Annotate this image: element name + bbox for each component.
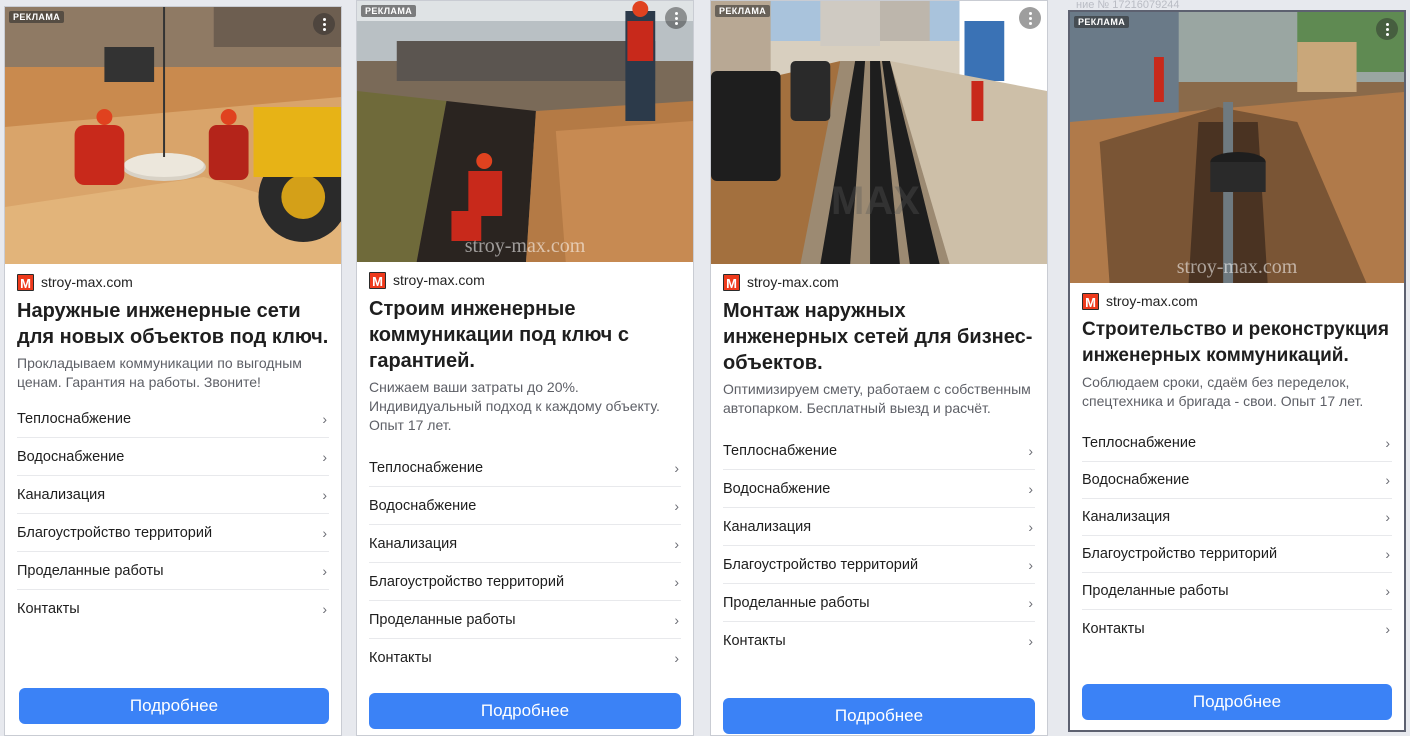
chevron-right-icon: › [1028, 556, 1033, 573]
ad-card-3[interactable]: РЕКЛАМА MAX M stroy-max.com Монтаж наруж… [710, 0, 1048, 736]
sitelink-sewage[interactable]: Канализация › [369, 525, 681, 563]
sitelink-landscaping[interactable]: Благоустройство территорий › [723, 546, 1035, 584]
domain-text: stroy-max.com [747, 274, 839, 290]
ad-card-2[interactable]: РЕКЛАМА stroy-max.com M stroy-max.com Ст… [356, 0, 694, 736]
favicon-icon: M [17, 273, 34, 291]
ad-title[interactable]: Монтаж наружных инженерных сетей для биз… [723, 298, 1035, 376]
chevron-right-icon: › [674, 650, 679, 666]
sitelink-contacts[interactable]: Контакты › [723, 622, 1035, 660]
more-info-button[interactable]: Подробнее [19, 688, 329, 724]
chevron-right-icon: › [1028, 594, 1033, 611]
ad-label: РЕКЛАМА [361, 5, 417, 17]
domain-row[interactable]: M stroy-max.com [17, 272, 329, 292]
sitelink-heating[interactable]: Теплоснабжение › [1082, 425, 1392, 462]
chevron-right-icon: › [322, 562, 327, 579]
sitelink-portfolio[interactable]: Проделанные работы › [1082, 573, 1392, 610]
chevron-right-icon: › [1028, 633, 1033, 649]
chevron-right-icon: › [674, 535, 679, 552]
sitelink-water[interactable]: Водоснабжение › [723, 470, 1035, 508]
chevron-right-icon: › [1028, 518, 1033, 535]
construction-photo-reconstruction [1070, 12, 1404, 283]
sitelinks: Теплоснабжение › Водоснабжение › Канализац… [17, 400, 329, 628]
sitelink-portfolio[interactable]: Проделанные работы › [17, 552, 329, 590]
sitelink-contacts[interactable]: Контакты › [1082, 610, 1392, 647]
chevron-right-icon: › [322, 524, 327, 541]
sitelink-contacts[interactable]: Контакты › [369, 639, 681, 677]
ad-label: РЕКЛАМА [9, 11, 65, 23]
favicon-icon: M [723, 273, 740, 291]
sitelink-portfolio[interactable]: Проделанные работы › [723, 584, 1035, 622]
favicon-icon: M [1082, 292, 1099, 310]
chevron-right-icon: › [322, 601, 327, 617]
ad-description: Соблюдаем сроки, сдаём без переделок, сп… [1082, 374, 1364, 409]
more-options-icon[interactable] [665, 7, 687, 29]
construction-photo-trench [357, 1, 693, 262]
sitelink-sewage[interactable]: Канализация › [1082, 499, 1392, 536]
ad-title[interactable]: Строительство и реконструкция инженерных… [1082, 317, 1392, 369]
chevron-right-icon: › [1385, 472, 1390, 488]
sitelink-landscaping[interactable]: Благоустройство территорий › [1082, 536, 1392, 573]
ad-title[interactable]: Наружные инженерные сети для новых объек… [17, 298, 329, 350]
chevron-right-icon: › [1028, 442, 1033, 459]
more-info-button[interactable]: Подробнее [369, 693, 681, 729]
sitelink-sewage[interactable]: Канализация › [723, 508, 1035, 546]
sitelink-contacts[interactable]: Контакты › [17, 590, 329, 628]
more-options-icon[interactable] [313, 13, 335, 35]
chevron-right-icon: › [1028, 480, 1033, 497]
chevron-right-icon: › [674, 459, 679, 476]
sitelink-sewage[interactable]: Канализация › [17, 476, 329, 514]
ad-label: РЕКЛАМА [715, 5, 771, 17]
domain-text: stroy-max.com [393, 272, 485, 288]
domain-row[interactable]: M stroy-max.com [723, 272, 1035, 292]
sitelink-landscaping[interactable]: Благоустройство территорий › [369, 563, 681, 601]
chevron-right-icon: › [1385, 583, 1390, 599]
domain-text: stroy-max.com [1106, 293, 1198, 309]
more-info-button[interactable]: Подробнее [1082, 684, 1392, 720]
sitelinks: Теплоснабжение › Водоснабжение › Канализац… [723, 432, 1035, 660]
chevron-right-icon: › [1385, 435, 1390, 451]
sitelinks: Теплоснабжение › Водоснабжение › Канализац… [1082, 425, 1392, 647]
construction-photo-pipes [711, 1, 1047, 264]
sitelink-portfolio[interactable]: Проделанные работы › [369, 601, 681, 639]
ad-description: Прокладываем коммуникации по выгодным це… [17, 355, 302, 390]
chevron-right-icon: › [674, 573, 679, 590]
chevron-right-icon: › [322, 486, 327, 503]
ad-image-2[interactable]: РЕКЛАМА stroy-max.com [357, 1, 693, 262]
sitelink-heating[interactable]: Теплоснабжение › [17, 400, 329, 438]
sitelink-heating[interactable]: Теплоснабжение › [369, 449, 681, 487]
chevron-right-icon: › [1385, 546, 1390, 562]
chevron-right-icon: › [1385, 620, 1390, 637]
domain-text: stroy-max.com [41, 274, 133, 290]
ad-image-3[interactable]: РЕКЛАМА MAX [711, 1, 1047, 264]
ad-title[interactable]: Строим инженерные коммуникации под ключ … [369, 296, 681, 374]
more-options-icon[interactable] [1019, 7, 1041, 29]
chevron-right-icon: › [1385, 509, 1390, 525]
favicon-icon: M [369, 271, 386, 289]
sitelink-water[interactable]: Водоснабжение › [1082, 462, 1392, 499]
chevron-right-icon: › [674, 497, 679, 514]
sitelink-landscaping[interactable]: Благоустройство территорий › [17, 514, 329, 552]
background-caption: ние № 17216079244 [1076, 0, 1180, 10]
chevron-right-icon: › [322, 410, 327, 427]
ad-image-1[interactable]: РЕКЛАМА [5, 7, 341, 264]
sitelink-water[interactable]: Водоснабжение › [17, 438, 329, 476]
sitelink-water[interactable]: Водоснабжение › [369, 487, 681, 525]
chevron-right-icon: › [322, 448, 327, 465]
domain-row[interactable]: M stroy-max.com [1082, 291, 1392, 311]
sitelink-heating[interactable]: Теплоснабжение › [723, 432, 1035, 470]
ad-description: Снижаем ваши затраты до 20%. Индивидуаль… [369, 379, 660, 433]
ad-card-1[interactable]: РЕКЛАМА M stroy-max.com Наружные инженер… [4, 6, 342, 736]
chevron-right-icon: › [674, 611, 679, 628]
ad-label: РЕКЛАМА [1074, 16, 1130, 28]
domain-row[interactable]: M stroy-max.com [369, 270, 681, 290]
more-options-icon[interactable] [1376, 18, 1398, 40]
sitelinks: Теплоснабжение › Водоснабжение › Канализац… [369, 449, 681, 677]
more-info-button[interactable]: Подробнее [723, 698, 1035, 734]
ad-image-4[interactable]: РЕКЛАМА stroy-max.com [1070, 12, 1404, 283]
ad-description: Оптимизируем смету, работаем с собственн… [723, 381, 1031, 416]
construction-photo-manhole [5, 7, 341, 264]
ad-card-4[interactable]: РЕКЛАМА stroy-max.com M stroy-max.com Ст… [1068, 10, 1406, 732]
